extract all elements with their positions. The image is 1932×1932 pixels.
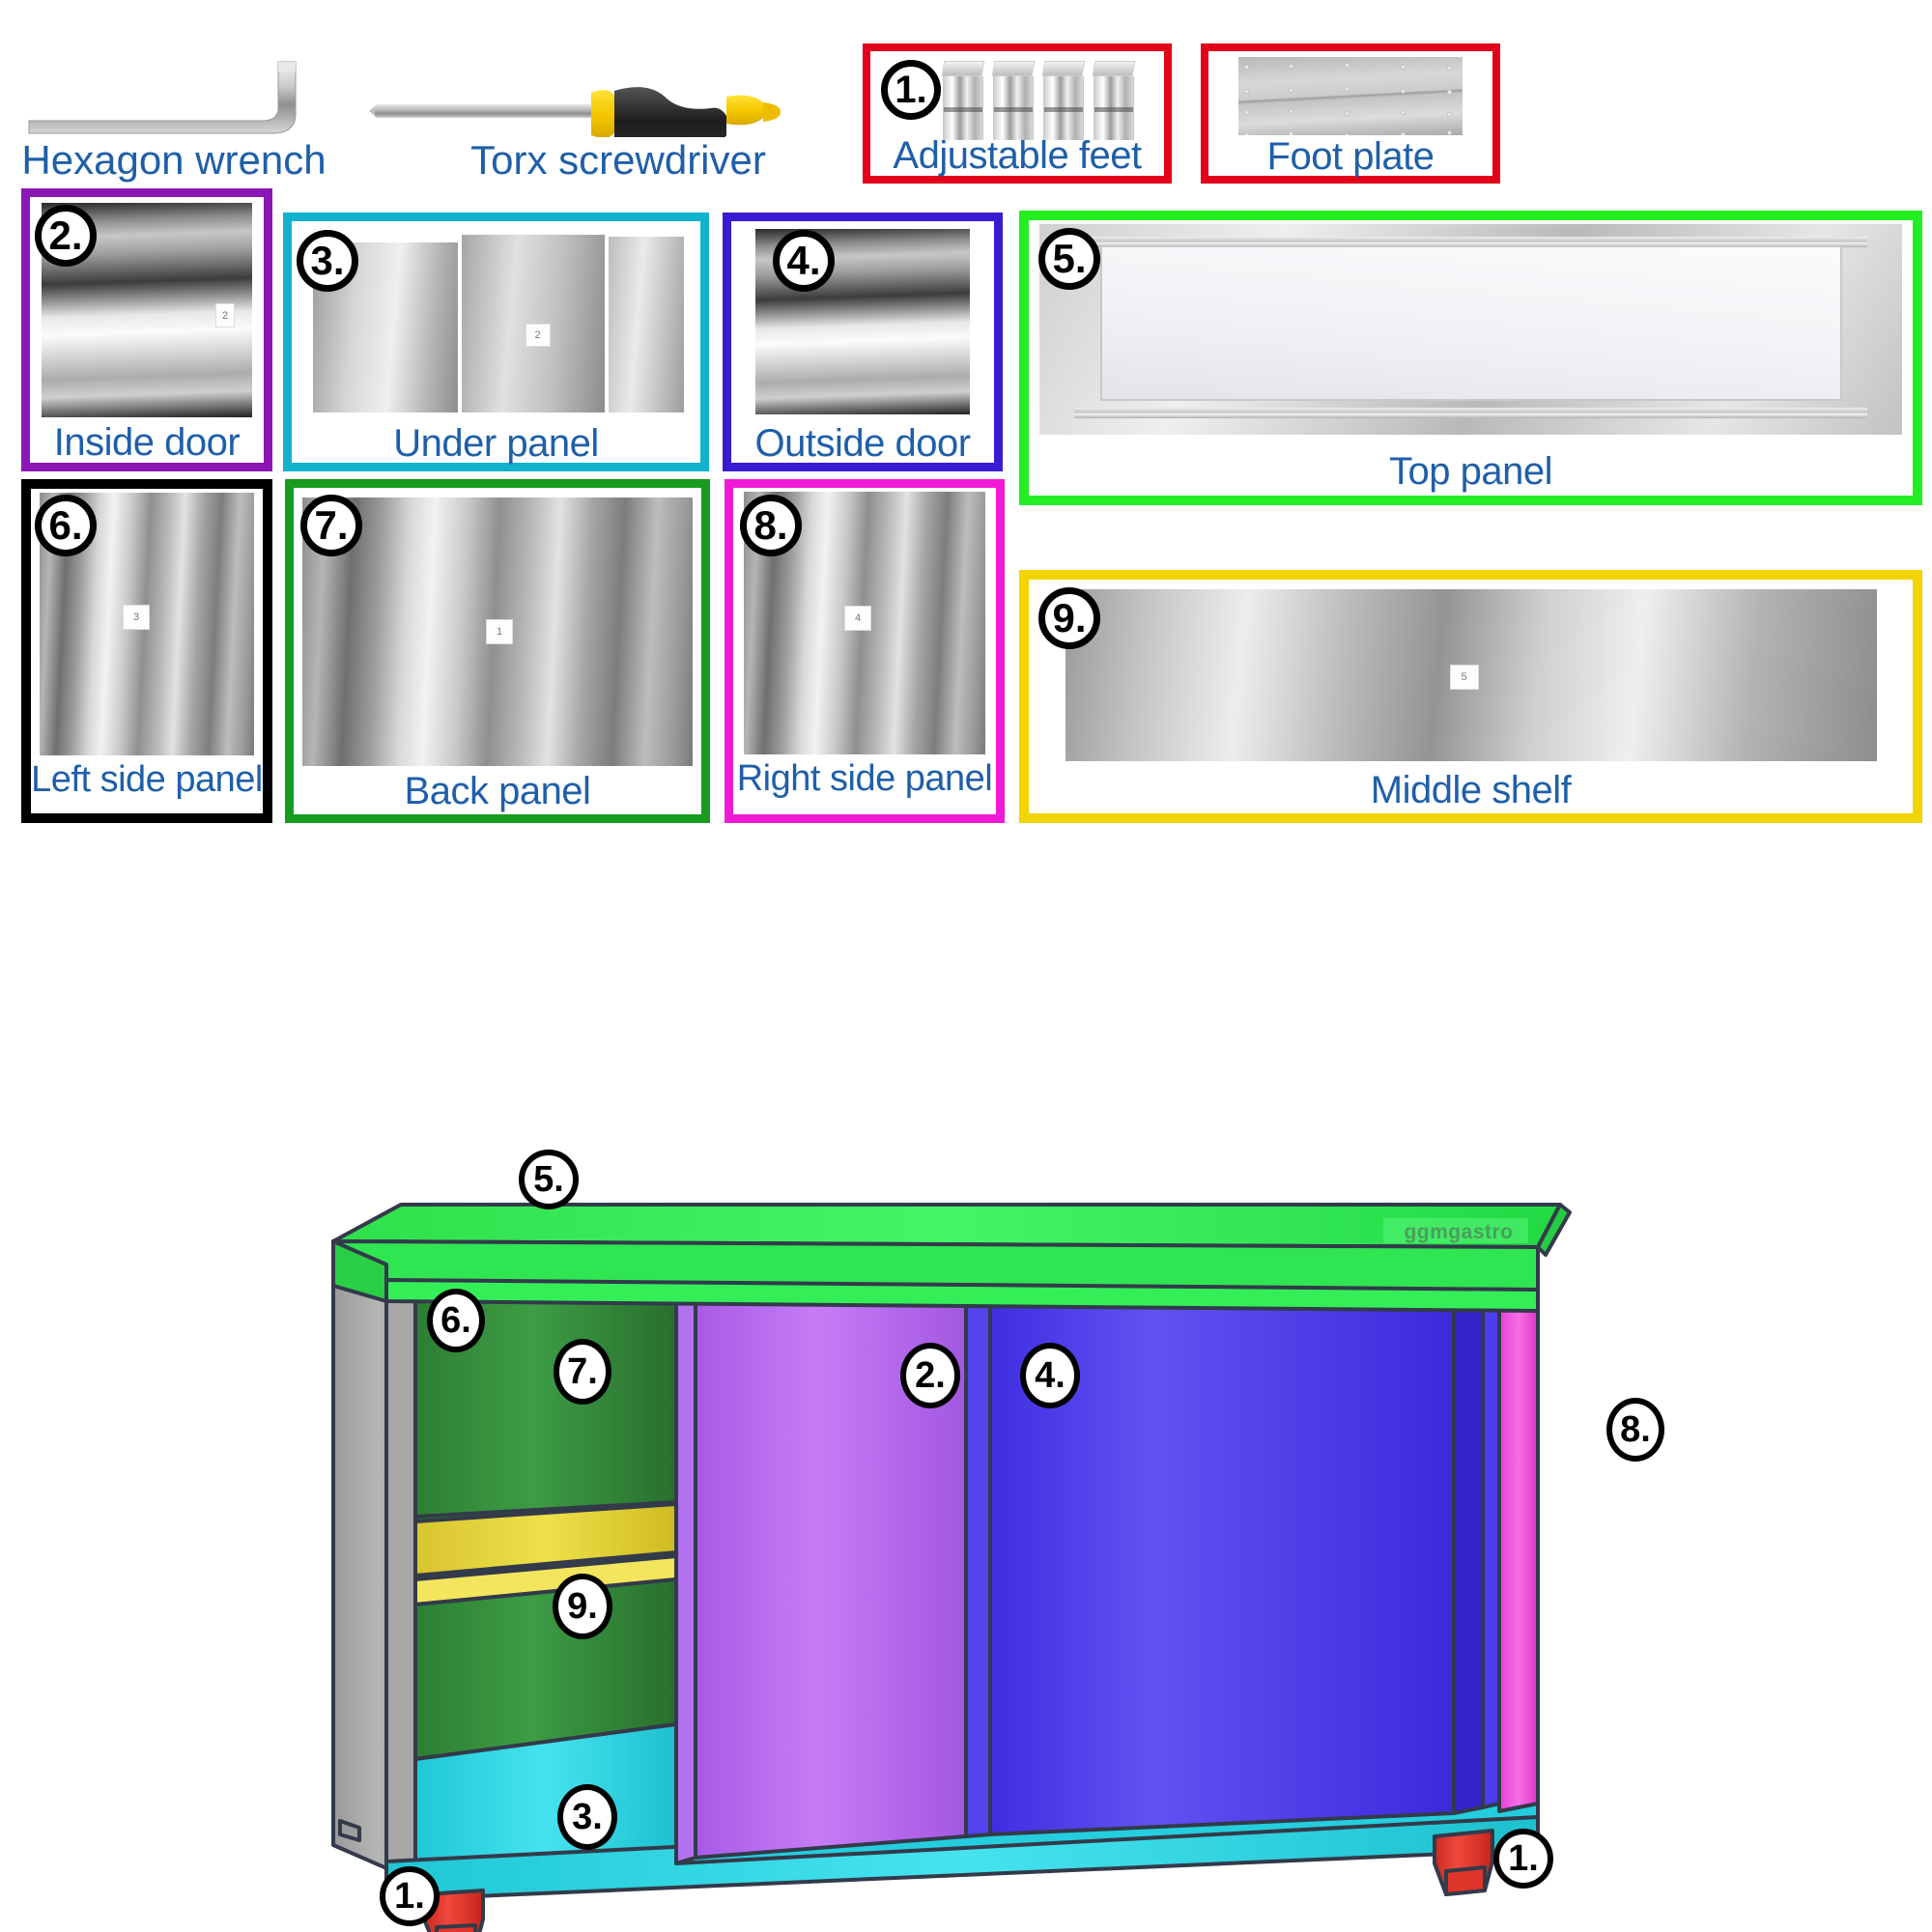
part-tag: 3 [123,605,150,630]
part-tag: 2 [525,324,551,347]
callout-under-panel: 3. [557,1784,617,1850]
under-panel-photo: 2 [300,235,692,412]
badge-middle-shelf: 9. [1038,587,1100,649]
callout-left-side-panel: 6. [427,1289,485,1352]
badge-right-side-panel: 8. [740,495,802,556]
part-box-top-panel: Top panel [1019,211,1922,505]
badge-left-side-panel: 6. [35,495,97,556]
part-label-adjustable-feet: Adjustable feet [893,134,1142,177]
middle-shelf-photo: 5 [1065,589,1877,761]
callout-top-panel: 5. [519,1150,579,1209]
back-panel-photo: 1 [302,497,693,766]
part-label-left-side-panel: Left side panel [31,759,263,800]
part-box-foot-plate: Foot plate [1201,43,1500,184]
badge-inside-door: 2. [35,205,97,267]
badge-top-panel: 5. [1038,228,1100,290]
part-tag: 1 [486,619,513,644]
part-label-outside-door: Outside door [754,422,971,465]
part-label-foot-plate: Foot plate [1266,135,1435,178]
badge-adjustable-feet: 1. [881,60,941,120]
top-panel-photo [1039,224,1902,435]
tool-label: Hexagon wrench [21,137,327,183]
part-label-back-panel: Back panel [404,770,591,812]
part-label-middle-shelf: Middle shelf [1370,769,1572,811]
callout-right-side-panel: 8. [1606,1398,1664,1462]
part-box-outside-door: Outside door [723,213,1003,471]
hex-wrench-icon [10,50,338,137]
badge-outside-door: 4. [773,230,835,292]
part-label-right-side-panel: Right side panel [736,758,993,799]
part-tag: 4 [844,606,871,631]
tool-hexagon-wrench: Hexagon wrench [10,39,338,184]
part-label-top-panel: Top panel [1389,450,1552,493]
foot-plate-photo [1238,57,1463,135]
part-tag: 2 [215,303,235,327]
part-tag: 5 [1449,665,1479,690]
part-label-inside-door: Inside door [53,421,241,464]
part-label-under-panel: Under panel [393,422,599,465]
callout-back-panel: 7. [554,1339,611,1405]
callout-inside-door: 2. [900,1343,960,1408]
screwdriver-icon [367,50,869,164]
badge-under-panel: 3. [297,230,358,292]
tool-label: Torx screwdriver [470,137,766,183]
callout-middle-shelf: 9. [553,1574,612,1639]
callout-outside-door: 4. [1020,1343,1080,1408]
callout-foot-left: 1. [380,1866,440,1926]
part-box-middle-shelf: 5 Middle shelf [1019,570,1922,823]
assembly-diagram: ggmgastro 5. 6. 7. 2. 4. 8. 9. 3. 1. 1. [0,1058,1932,1932]
brand-label: ggmgastro [1404,1221,1514,1243]
callout-foot-right: 1. [1493,1829,1553,1889]
badge-back-panel: 7. [300,495,362,556]
tool-torx-screwdriver: Torx screwdriver [367,39,869,184]
